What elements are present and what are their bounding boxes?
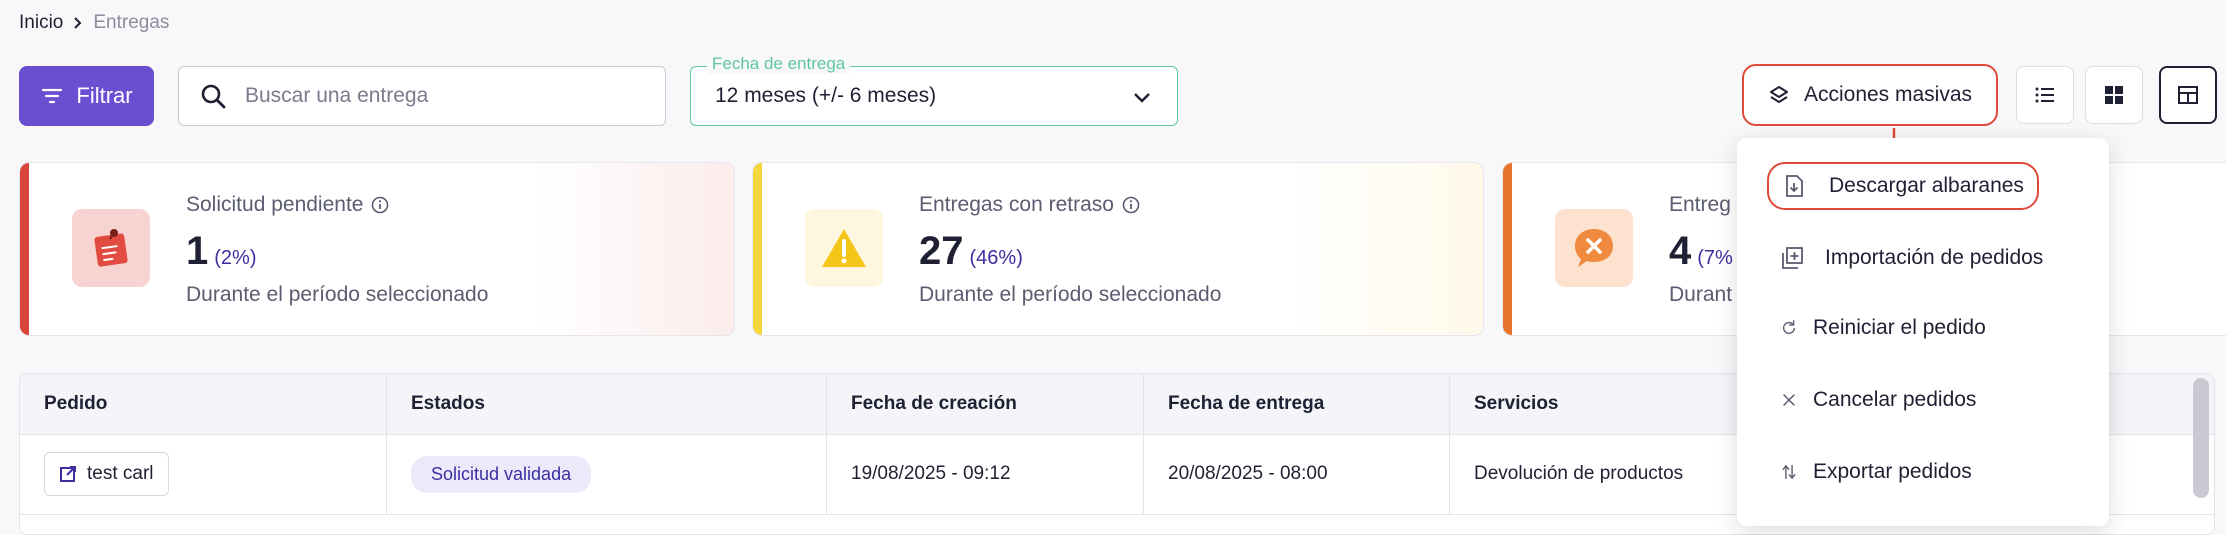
external-link-icon — [60, 466, 76, 482]
info-icon[interactable] — [1122, 196, 1140, 214]
card-glow — [534, 163, 734, 335]
cell-created: 19/08/2025 - 09:12 — [827, 434, 1144, 514]
table-scrollbar[interactable] — [2193, 378, 2209, 498]
chevron-right-icon — [74, 17, 82, 29]
grid-view-button[interactable] — [2085, 66, 2143, 124]
card-title: Entreg — [1669, 193, 1731, 217]
card-value: 1 (2%) — [186, 229, 256, 274]
card-subtitle: Durante el período seleccionado — [919, 283, 1222, 306]
column-header-created[interactable]: Fecha de creación — [827, 374, 1144, 434]
card-subtitle: Durant — [1669, 283, 1733, 306]
delivery-date-value: 12 meses (+/- 6 meses) — [715, 84, 937, 107]
card-percent: (2%) — [214, 247, 257, 269]
close-icon — [1783, 394, 1795, 406]
card-accent-bar — [753, 163, 762, 335]
warning-icon — [805, 209, 883, 287]
cell-status: Solicitud validada — [387, 434, 827, 514]
list-view-button[interactable] — [2016, 66, 2074, 124]
menu-item-label: Exportar pedidos — [1813, 460, 1972, 483]
column-header-order[interactable]: Pedido — [20, 374, 387, 434]
menu-item-label: Descargar albaranes — [1829, 174, 2024, 197]
info-icon[interactable] — [371, 196, 389, 214]
search-box[interactable] — [178, 66, 666, 126]
menu-item-label: Cancelar pedidos — [1813, 388, 1977, 411]
card-title-text: Entregas con retraso — [919, 193, 1114, 216]
breadcrumb: Inicio Entregas — [19, 12, 169, 34]
menu-item-label: Reiniciar el pedido — [1813, 316, 1986, 339]
bulk-actions-label: Acciones masivas — [1803, 83, 1973, 106]
search-input[interactable] — [243, 83, 647, 109]
order-link-button[interactable]: test carl — [44, 452, 169, 496]
menu-item-export-orders[interactable]: Exportar pedidos — [1737, 442, 2109, 502]
search-icon — [201, 84, 226, 109]
card-title-text: Solicitud pendiente — [186, 193, 364, 216]
cancel-bubble-icon — [1555, 209, 1633, 287]
card-title: Solicitud pendiente — [186, 193, 389, 217]
delivery-date-select[interactable]: Fecha de entrega 12 meses (+/- 6 meses) — [690, 54, 1178, 126]
export-icon — [1782, 464, 1796, 480]
filter-button-label: Filtrar — [76, 83, 133, 108]
chevron-down-icon — [1134, 93, 1150, 103]
list-icon — [2035, 87, 2054, 103]
card-value-number: 1 — [186, 229, 209, 273]
menu-item-cancel-orders[interactable]: Cancelar pedidos — [1737, 370, 2109, 430]
table-view-button[interactable] — [2159, 66, 2217, 124]
cell-order: test carl — [20, 434, 387, 514]
card-value: 4 (7% — [1669, 229, 1733, 274]
card-accent-bar — [1503, 163, 1512, 335]
column-header-status[interactable]: Estados — [387, 374, 827, 434]
card-glow — [1283, 163, 1483, 335]
card-title-text: Entreg — [1669, 193, 1731, 216]
delivery-date-label: Fecha de entrega — [707, 54, 851, 74]
delayed-deliveries-card[interactable]: Entregas con retraso 27 (46%) Durante el … — [752, 162, 1484, 336]
download-doc-icon — [1786, 175, 1803, 197]
bulk-actions-menu: Descargar albaranes Importación de pedid… — [1737, 138, 2109, 526]
filter-button[interactable]: Filtrar — [19, 66, 154, 126]
menu-item-restart-order[interactable]: Reiniciar el pedido — [1737, 298, 2109, 358]
breadcrumb-current: Entregas — [93, 12, 170, 33]
status-badge: Solicitud validada — [411, 455, 592, 493]
card-percent: (46%) — [969, 247, 1023, 269]
card-title: Entregas con retraso — [919, 193, 1140, 217]
card-subtitle: Durante el período seleccionado — [186, 283, 489, 306]
layers-icon — [1769, 86, 1788, 103]
menu-item-import-orders[interactable]: Importación de pedidos — [1737, 228, 2109, 288]
breadcrumb-home[interactable]: Inicio — [19, 12, 63, 34]
order-id: test carl — [87, 463, 154, 484]
cell-delivery: 20/08/2025 - 08:00 — [1144, 434, 1450, 514]
table-icon — [2178, 86, 2198, 104]
filter-icon — [42, 88, 63, 104]
menu-item-download-delivery-notes[interactable]: Descargar albaranes — [1767, 162, 2039, 210]
sticky-note-icon — [72, 209, 150, 287]
card-value-number: 4 — [1669, 229, 1692, 273]
grid-icon — [2105, 86, 2123, 104]
import-icon — [1782, 247, 1803, 269]
card-accent-bar — [20, 163, 29, 335]
card-value: 27 (46%) — [919, 229, 1023, 274]
card-value-number: 27 — [919, 229, 964, 273]
column-header-delivery[interactable]: Fecha de entrega — [1144, 374, 1450, 434]
menu-item-label: Importación de pedidos — [1825, 246, 2044, 269]
pending-requests-card[interactable]: Solicitud pendiente 1 (2%) Durante el per… — [19, 162, 735, 336]
refresh-icon — [1782, 320, 1796, 334]
bulk-actions-button[interactable]: Acciones masivas — [1742, 64, 1998, 126]
card-percent: (7% — [1697, 247, 1733, 269]
